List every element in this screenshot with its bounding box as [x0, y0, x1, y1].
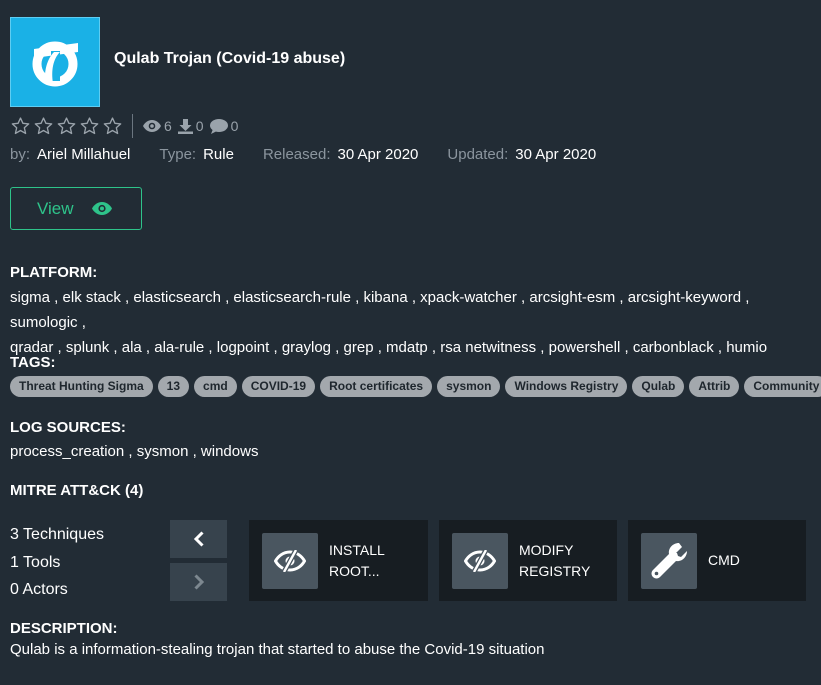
socprime-logo-icon [32, 41, 78, 87]
wrench-icon [651, 542, 687, 578]
tools-count[interactable]: 1 Tools [10, 549, 104, 577]
chevron-left-icon [193, 531, 204, 547]
tag-list: Threat Hunting Sigma 13 cmd COVID-19 Roo… [10, 376, 821, 397]
eye-slash-icon [274, 549, 306, 572]
eye-slash-icon [464, 549, 496, 572]
card-label: MODIFY REGISTRY [519, 541, 591, 579]
download-icon [177, 118, 193, 134]
tag[interactable]: Threat Hunting Sigma [10, 376, 153, 397]
mitre-card-install-root[interactable]: INSTALL ROOT... [249, 520, 428, 601]
card-icon-box [452, 532, 508, 589]
tag[interactable]: Root certificates [320, 376, 433, 397]
updated-value: 30 Apr 2020 [515, 146, 597, 163]
tag[interactable]: Community [744, 376, 821, 397]
star-icon[interactable] [56, 116, 77, 136]
description-heading: DESCRIPTION: [10, 620, 118, 637]
card-icon-box [262, 532, 318, 589]
comment-icon [209, 118, 228, 134]
type-label: Type: [159, 146, 197, 163]
platform-line-1: sigma , elk stack , elasticsearch , elas… [10, 289, 750, 331]
rating-stars[interactable] [10, 116, 123, 136]
comments-stat: 0 [209, 118, 239, 134]
tag[interactable]: Windows Registry [505, 376, 628, 397]
eye-icon [91, 202, 112, 215]
author-value: Ariel Millahuel [37, 146, 131, 163]
chevron-right-icon [193, 574, 204, 590]
description-text: Qulab is a information-stealing trojan t… [10, 641, 545, 658]
log-sources-text: process_creation , sysmon , windows [10, 443, 259, 460]
downloads-count: 0 [195, 118, 204, 134]
card-icon-box [641, 532, 697, 589]
tag[interactable]: COVID-19 [241, 376, 316, 397]
views-count: 6 [164, 118, 172, 134]
released-label: Released: [262, 146, 331, 163]
view-button[interactable]: View [10, 187, 142, 230]
prev-button[interactable] [170, 520, 227, 558]
tags-heading: TAGS: [10, 354, 56, 371]
platform-heading: PLATFORM: [10, 264, 98, 281]
eye-icon [143, 120, 161, 132]
rule-title: Qulab Trojan (Covid-19 abuse) [114, 50, 346, 67]
tag[interactable]: cmd [194, 376, 237, 397]
star-icon[interactable] [102, 116, 123, 136]
techniques-count[interactable]: 3 Techniques [10, 521, 104, 549]
views-stat: 6 [143, 118, 172, 134]
mitre-card-cmd[interactable]: CMD [628, 520, 806, 601]
mitre-card-modify-registry[interactable]: MODIFY REGISTRY [439, 520, 617, 601]
platform-line-2: qradar , splunk , ala , ala-rule , logpo… [10, 339, 768, 356]
tag[interactable]: 13 [157, 376, 190, 397]
tag[interactable]: sysmon [437, 376, 501, 397]
tag[interactable]: Attrib [689, 376, 740, 397]
tag[interactable]: Qulab [632, 376, 685, 397]
meta-row: by: Ariel Millahuel Type: Rule Released:… [10, 146, 625, 163]
author-label: by: [10, 146, 31, 163]
star-icon[interactable] [79, 116, 100, 136]
mitre-counts: 3 Techniques 1 Tools 0 Actors [10, 521, 104, 604]
mitre-heading: MITRE ATT&CK (4) [10, 482, 144, 499]
view-button-label: View [37, 198, 74, 218]
rule-logo [10, 17, 100, 107]
card-label: CMD [708, 552, 740, 568]
type-value: Rule [203, 146, 234, 163]
released-value: 30 Apr 2020 [337, 146, 419, 163]
rating-row: 6 0 0 [10, 114, 244, 138]
downloads-stat: 0 [177, 118, 204, 134]
actors-count[interactable]: 0 Actors [10, 576, 104, 604]
platform-list: sigma , elk stack , elasticsearch , elas… [10, 285, 821, 360]
comments-count: 0 [230, 118, 239, 134]
star-icon[interactable] [10, 116, 31, 136]
log-sources-heading: LOG SOURCES: [10, 419, 126, 436]
updated-label: Updated: [447, 146, 509, 163]
divider [132, 114, 133, 138]
card-label: INSTALL ROOT... [329, 541, 385, 579]
star-icon[interactable] [33, 116, 54, 136]
next-button[interactable] [170, 563, 227, 601]
